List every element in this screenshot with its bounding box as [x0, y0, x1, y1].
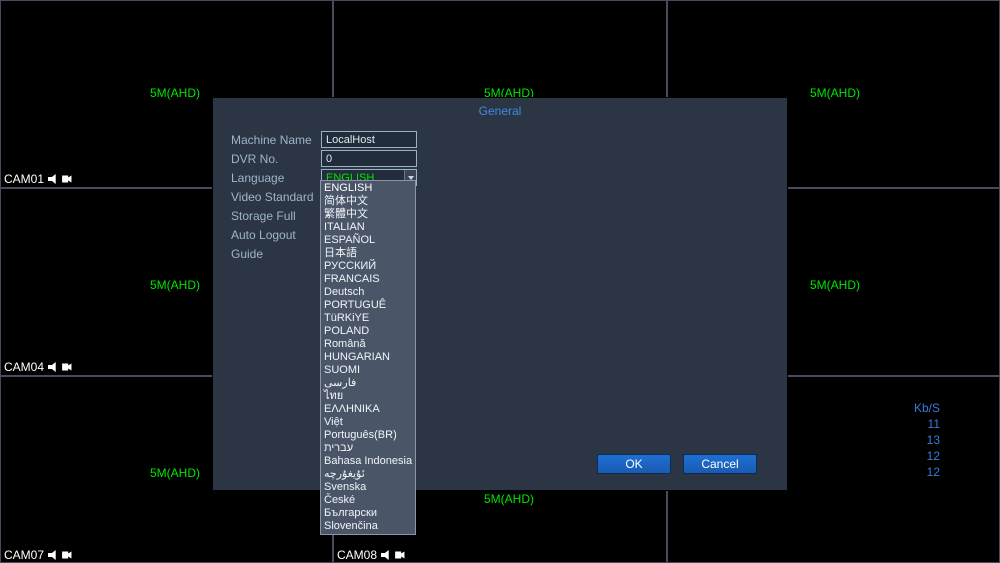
lang-option[interactable]: Bahasa Indonesia — [321, 455, 415, 468]
speaker-icon — [48, 362, 59, 372]
lang-option[interactable]: 简体中文 — [321, 195, 415, 208]
general-dialog: General Machine Name DVR No. Language EN… — [212, 97, 788, 491]
lang-option[interactable]: ไทย — [321, 390, 415, 403]
lang-option[interactable]: Български — [321, 507, 415, 520]
ok-button[interactable]: OK — [597, 454, 671, 474]
lang-option[interactable]: České — [321, 494, 415, 507]
ahd-label: 5M(AHD) — [150, 86, 200, 100]
storage-full-label: Storage Full — [231, 209, 321, 223]
cam-label-7: CAM07 — [4, 548, 72, 562]
speaker-icon — [48, 174, 59, 184]
cam-label-text: CAM01 — [4, 172, 44, 186]
lang-option[interactable]: HUNGARIAN — [321, 351, 415, 364]
speaker-icon — [381, 550, 392, 560]
cam-label-text: CAM07 — [4, 548, 44, 562]
lang-option[interactable]: ESPAÑOL — [321, 234, 415, 247]
machine-name-input[interactable] — [321, 131, 417, 148]
video-standard-label: Video Standard — [231, 190, 321, 204]
bitrate-value: 11 — [914, 416, 940, 432]
bitrate-label: Kb/S — [914, 400, 940, 416]
cam-label-1: CAM01 — [4, 172, 72, 186]
auto-logout-label: Auto Logout — [231, 228, 321, 242]
lang-option[interactable]: فارسی — [321, 377, 415, 390]
bitrate-value: 12 — [914, 448, 940, 464]
cancel-button[interactable]: Cancel — [683, 454, 757, 474]
lang-option[interactable]: Slovenčina — [321, 520, 415, 533]
lang-option[interactable]: TüRKiYE — [321, 312, 415, 325]
language-dropdown[interactable]: ENGLISH 简体中文 繁體中文 ITALIAN ESPAÑOL 日本語 РУ… — [320, 180, 416, 535]
lang-option[interactable]: ENGLISH — [321, 182, 415, 195]
lang-option[interactable]: Română — [321, 338, 415, 351]
machine-name-label: Machine Name — [231, 133, 321, 147]
dvr-no-label: DVR No. — [231, 152, 321, 166]
dialog-title: General — [213, 98, 787, 122]
lang-option[interactable]: Việt — [321, 416, 415, 429]
cam-label-8: CAM08 — [337, 548, 405, 562]
record-icon — [61, 550, 72, 560]
lang-option[interactable]: Deutsch — [321, 286, 415, 299]
record-icon — [394, 550, 405, 560]
lang-option[interactable]: Português(BR) — [321, 429, 415, 442]
bitrate-value: 13 — [914, 432, 940, 448]
ahd-label: 5M(AHD) — [810, 86, 860, 100]
ahd-label: 5M(AHD) — [484, 492, 534, 506]
lang-option[interactable]: 繁體中文 — [321, 208, 415, 221]
record-icon — [61, 174, 72, 184]
lang-option[interactable]: ئۇيغۇرچە — [321, 468, 415, 481]
lang-option[interactable]: РУССКИЙ — [321, 260, 415, 273]
bitrate-value: 12 — [914, 464, 940, 480]
lang-option[interactable]: SUOMI — [321, 364, 415, 377]
lang-option[interactable]: FRANCAIS — [321, 273, 415, 286]
language-label: Language — [231, 171, 321, 185]
bitrate-panel: Kb/S 11 13 12 12 — [914, 400, 940, 480]
lang-option[interactable]: ITALIAN — [321, 221, 415, 234]
lang-option[interactable]: POLAND — [321, 325, 415, 338]
cam-label-text: CAM08 — [337, 548, 377, 562]
ahd-label: 5M(AHD) — [810, 278, 860, 292]
lang-option[interactable]: 日本語 — [321, 247, 415, 260]
record-icon — [61, 362, 72, 372]
lang-option[interactable]: PORTUGUÊ — [321, 299, 415, 312]
lang-option[interactable]: Svenska — [321, 481, 415, 494]
cam-label-4: CAM04 — [4, 360, 72, 374]
dvr-no-input[interactable] — [321, 150, 417, 167]
ahd-label: 5M(AHD) — [150, 278, 200, 292]
cam-label-text: CAM04 — [4, 360, 44, 374]
speaker-icon — [48, 550, 59, 560]
ahd-label: 5M(AHD) — [150, 466, 200, 480]
lang-option[interactable]: ΕΛΛΗΝΙΚΑ — [321, 403, 415, 416]
lang-option[interactable]: עברית — [321, 442, 415, 455]
settings-form: Machine Name DVR No. Language ENGLISH Vi… — [213, 122, 787, 263]
guide-label: Guide — [231, 247, 321, 261]
